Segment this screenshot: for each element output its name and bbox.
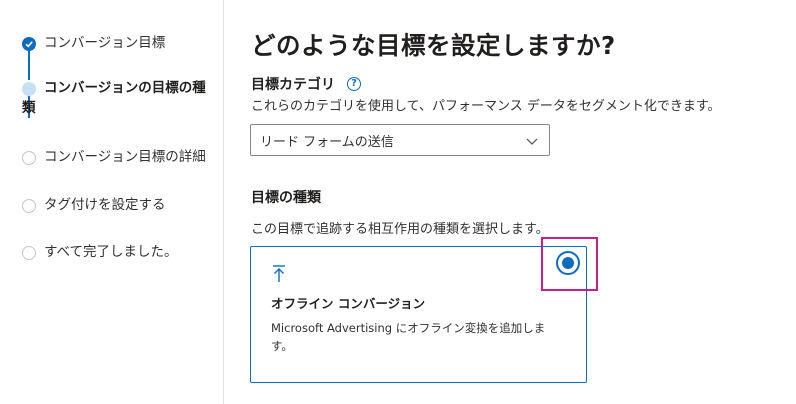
help-icon[interactable]: ?	[347, 77, 361, 91]
checkmark-icon	[22, 37, 36, 51]
goal-category-dropdown[interactable]: リード フォームの送信	[250, 124, 550, 156]
step-label: タグ付けを設定する	[44, 197, 166, 213]
pending-step-icon	[22, 199, 36, 213]
step-goal-details[interactable]: コンバージョン目標の詳細	[22, 149, 206, 167]
goal-category-description: これらのカテゴリを使用して、パフォーマンス データをセグメント化できます。	[251, 99, 721, 114]
step-label: コンバージョン目標の詳細	[44, 149, 206, 165]
step-label: すべて完了しました。	[44, 244, 178, 260]
goal-type-description: この目標で追跡する相互作用の種類を選択します。	[251, 222, 549, 237]
dropdown-selected-value: リード フォームの送信	[260, 134, 394, 150]
current-step-icon	[22, 82, 36, 96]
chevron-down-icon	[526, 138, 538, 145]
pending-step-icon	[22, 151, 36, 165]
offline-conversion-option-card[interactable]: オフライン コンバージョン Microsoft Advertising にオフラ…	[250, 246, 587, 383]
option-title: オフライン コンバージョン	[271, 296, 426, 311]
step-label: コンバージョンの目標の種類	[22, 80, 206, 116]
step-goal-type[interactable]: コンバージョンの目標の種類	[22, 80, 206, 118]
option-description: Microsoft Advertising にオフライン変換を追加します。	[271, 321, 546, 353]
radio-selected-dot	[562, 257, 574, 269]
step-all-done[interactable]: すべて完了しました。	[22, 244, 178, 262]
goal-category-label: 目標カテゴリ ?	[251, 74, 361, 94]
page-title: どのような目標を設定しますか?	[251, 31, 616, 60]
step-conversion-goal[interactable]: コンバージョン目標	[22, 35, 166, 53]
pending-step-icon	[22, 246, 36, 260]
goal-type-label: 目標の種類	[251, 190, 321, 206]
upload-arrow-icon	[273, 265, 285, 282]
step-connector	[28, 50, 30, 80]
option-radio-button[interactable]	[556, 251, 580, 275]
step-set-up-tagging[interactable]: タグ付けを設定する	[22, 197, 166, 215]
step-label: コンバージョン目標	[44, 35, 166, 51]
wizard-stepper: コンバージョン目標 コンバージョンの目標の種類 コンバージョン目標の詳細 タグ付…	[0, 0, 224, 404]
